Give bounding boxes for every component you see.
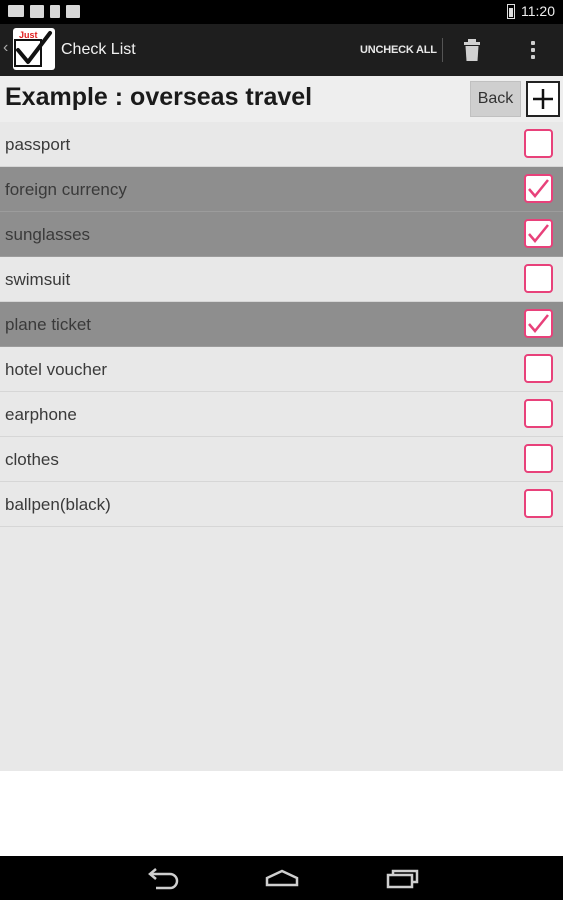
- app-logo-icon[interactable]: Just: [13, 28, 55, 70]
- checkmark-icon: [528, 314, 549, 333]
- list-item[interactable]: hotel voucher: [0, 347, 563, 392]
- item-checkbox[interactable]: [524, 174, 553, 203]
- empty-area: [0, 771, 563, 856]
- item-checkbox[interactable]: [524, 354, 553, 383]
- item-label: sunglasses: [5, 225, 91, 244]
- app-title: Check List: [61, 41, 136, 58]
- item-checkbox[interactable]: [524, 309, 553, 338]
- item-label: plane ticket: [5, 315, 91, 334]
- item-label: hotel voucher: [5, 360, 108, 379]
- list-item[interactable]: sunglasses: [0, 212, 563, 257]
- app-logo-text: Just: [19, 30, 38, 40]
- item-label: swimsuit: [5, 270, 71, 289]
- battery-icon: [507, 3, 515, 19]
- item-label: passport: [5, 135, 71, 154]
- item-checkbox[interactable]: [524, 129, 553, 158]
- checklist-content: Example : overseas travel Back passport …: [0, 76, 563, 771]
- home-icon[interactable]: [262, 862, 302, 894]
- back-icon[interactable]: [142, 862, 182, 894]
- item-checkbox[interactable]: [524, 219, 553, 248]
- up-navigation-icon[interactable]: ‹: [3, 39, 8, 57]
- notification-icons: [8, 5, 80, 18]
- trash-icon[interactable]: [455, 34, 489, 66]
- list-item[interactable]: earphone: [0, 392, 563, 437]
- add-item-button[interactable]: [526, 81, 560, 117]
- status-time: 11:20: [521, 3, 555, 19]
- list-title: Example : overseas travel: [5, 83, 313, 111]
- checklist-items: passport foreign currency sunglasses swi…: [0, 122, 563, 527]
- system-indicators: 11:20: [507, 3, 555, 19]
- item-checkbox[interactable]: [524, 444, 553, 473]
- mail-icon: [8, 5, 24, 17]
- recent-apps-icon[interactable]: [383, 862, 423, 894]
- overflow-menu-icon[interactable]: [522, 34, 544, 66]
- action-divider: [442, 38, 443, 62]
- list-header: Example : overseas travel Back: [0, 76, 563, 122]
- item-label: earphone: [5, 405, 77, 424]
- navigation-bar: [0, 856, 563, 900]
- list-item[interactable]: ballpen(black): [0, 482, 563, 527]
- list-item[interactable]: swimsuit: [0, 257, 563, 302]
- sd-card-icon: [50, 5, 60, 18]
- list-item[interactable]: passport: [0, 122, 563, 167]
- item-checkbox[interactable]: [524, 264, 553, 293]
- item-checkbox[interactable]: [524, 489, 553, 518]
- action-bar: ‹ Just Check List UNCHECK ALL: [0, 24, 563, 76]
- item-label: ballpen(black): [5, 495, 111, 514]
- image-icon: [30, 5, 44, 18]
- item-label: foreign currency: [5, 180, 127, 199]
- checkmark-icon: [528, 224, 549, 243]
- item-label: clothes: [5, 450, 59, 469]
- list-item[interactable]: plane ticket: [0, 302, 563, 347]
- plus-icon: [533, 89, 553, 109]
- item-checkbox[interactable]: [524, 399, 553, 428]
- status-bar: 11:20: [0, 0, 563, 24]
- uncheck-all-button[interactable]: UNCHECK ALL: [356, 36, 441, 64]
- list-item[interactable]: clothes: [0, 437, 563, 482]
- back-button[interactable]: Back: [470, 81, 521, 117]
- clipboard-icon: [66, 5, 80, 18]
- checkmark-icon: [528, 179, 549, 198]
- list-item[interactable]: foreign currency: [0, 167, 563, 212]
